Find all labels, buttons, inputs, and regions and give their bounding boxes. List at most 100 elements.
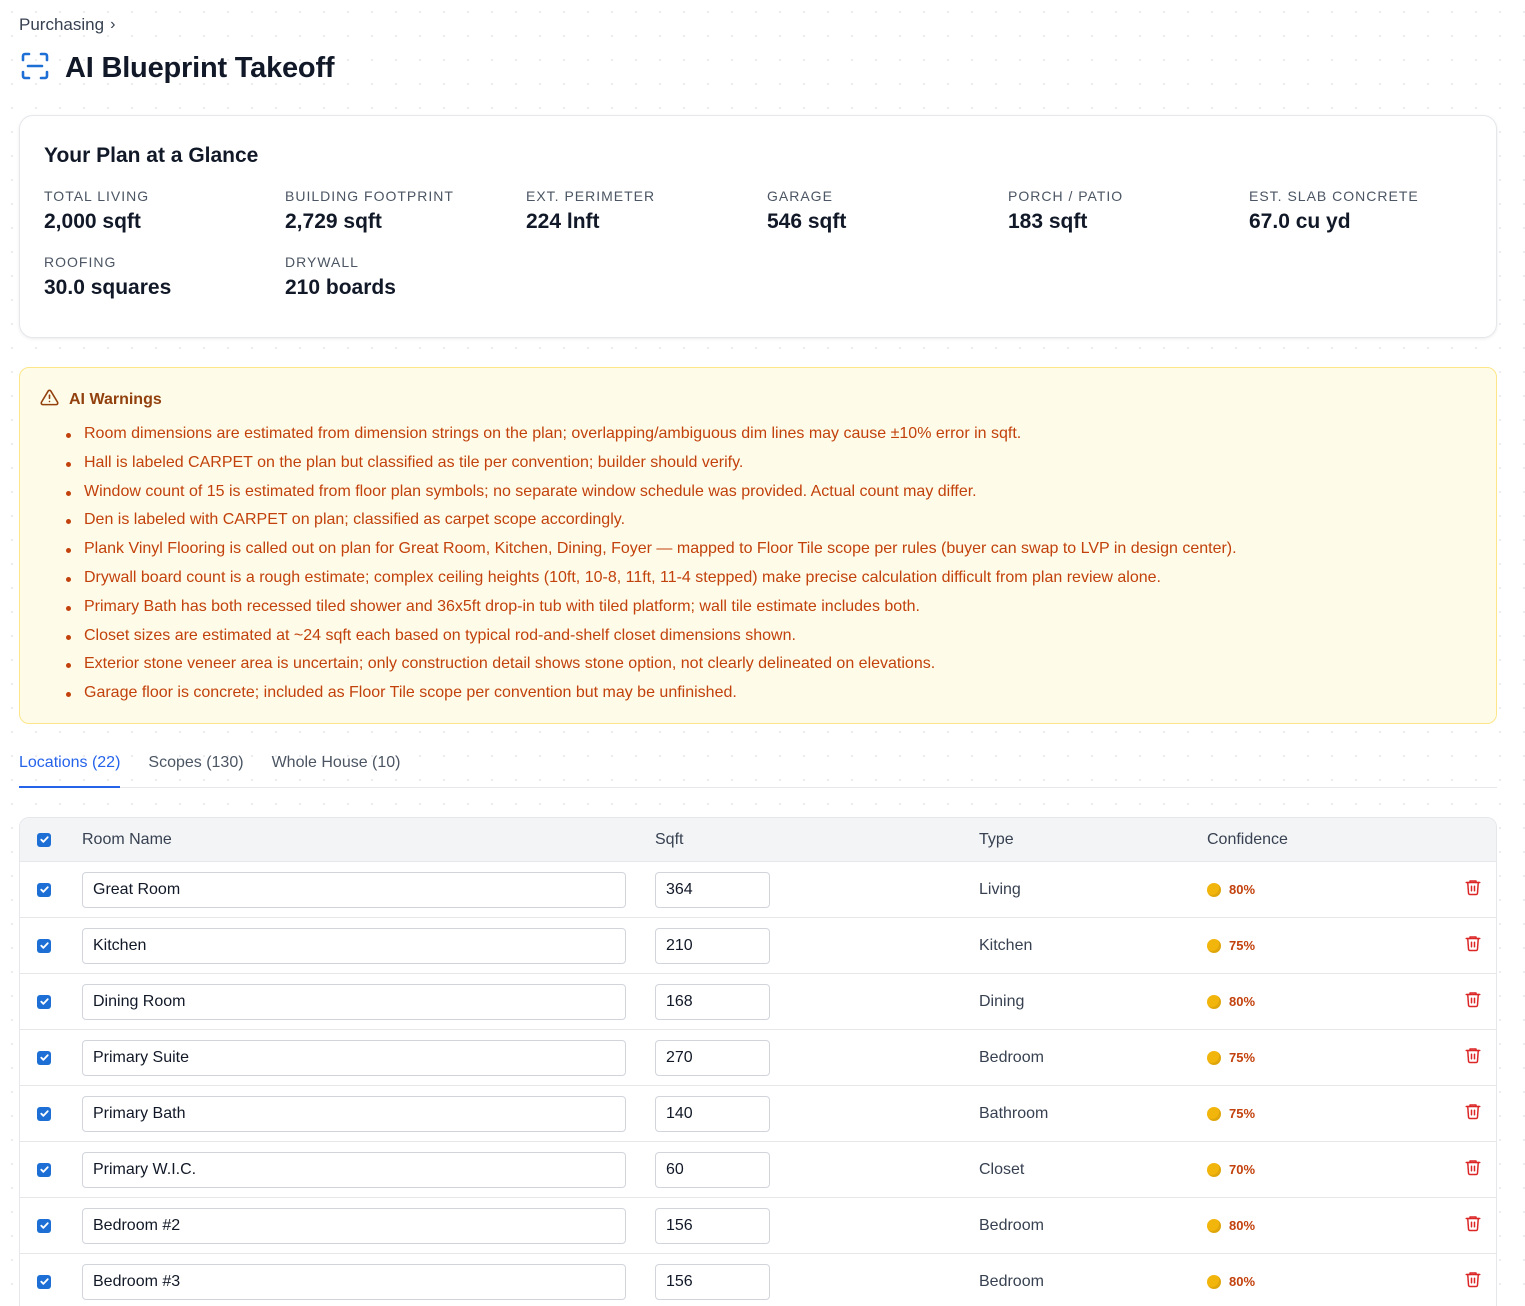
row-checkbox[interactable] xyxy=(37,1218,51,1233)
actions-cell xyxy=(1457,1101,1496,1126)
sqft-input[interactable] xyxy=(655,871,770,908)
trash-icon[interactable] xyxy=(1464,933,1482,958)
trash-icon[interactable] xyxy=(1464,1269,1482,1294)
table-row: Closet 70% xyxy=(20,1141,1496,1197)
room-name-cell xyxy=(82,1263,655,1300)
metric-value: 183 sqft xyxy=(1008,210,1088,233)
room-type: Bathroom xyxy=(979,1104,1049,1122)
metric-value: 224 lnft xyxy=(526,210,600,233)
confidence-value: 75% xyxy=(1229,1106,1256,1121)
room-name-input[interactable] xyxy=(82,1095,626,1132)
warning-item: Den is labeled with CARPET on plan; clas… xyxy=(48,506,1476,535)
room-type: Bedroom xyxy=(979,1216,1044,1234)
tab-locations[interactable]: Locations (22) xyxy=(19,748,121,788)
row-checkbox[interactable] xyxy=(37,1106,51,1121)
confidence-dot-icon xyxy=(1207,1218,1221,1233)
confidence-dot-icon xyxy=(1207,1106,1221,1121)
metric-roofing: ROOFING 30.0 squares xyxy=(44,254,285,300)
room-name-input[interactable] xyxy=(82,871,626,908)
actions-cell xyxy=(1457,933,1496,958)
confidence-cell: 80% xyxy=(1207,882,1457,897)
select-all-cell xyxy=(20,832,82,847)
table-row: Kitchen 75% xyxy=(20,917,1496,973)
actions-cell xyxy=(1457,1045,1496,1070)
room-name-input[interactable] xyxy=(82,927,626,964)
confidence-value: 80% xyxy=(1229,1274,1256,1289)
room-name-input[interactable] xyxy=(82,1207,626,1244)
trash-icon[interactable] xyxy=(1464,1101,1482,1126)
row-checkbox[interactable] xyxy=(37,1274,51,1289)
sqft-input[interactable] xyxy=(655,927,770,964)
tab-scopes[interactable]: Scopes (130) xyxy=(148,748,243,788)
confidence-dot-icon xyxy=(1207,938,1221,953)
col-room-name: Room Name xyxy=(82,830,172,848)
trash-icon[interactable] xyxy=(1464,989,1482,1014)
warning-item: Plank Vinyl Flooring is called out on pl… xyxy=(48,535,1476,564)
confidence-value: 80% xyxy=(1229,1218,1256,1233)
actions-cell xyxy=(1457,989,1496,1014)
row-checkbox[interactable] xyxy=(37,1050,51,1065)
sqft-input[interactable] xyxy=(655,1151,770,1188)
row-select-cell xyxy=(20,1218,82,1233)
room-name-input[interactable] xyxy=(82,1151,626,1188)
trash-icon[interactable] xyxy=(1464,1157,1482,1182)
room-name-input[interactable] xyxy=(82,1263,626,1300)
alert-triangle-icon xyxy=(40,388,59,412)
tab-bar: Locations (22) Scopes (130) Whole House … xyxy=(19,748,1497,788)
sqft-input[interactable] xyxy=(655,1207,770,1244)
sqft-cell xyxy=(655,927,979,964)
metrics-grid: TOTAL LIVING 2,000 sqft BUILDING FOOTPRI… xyxy=(44,188,1472,300)
room-name-cell xyxy=(82,871,655,908)
metric-value: 210 boards xyxy=(285,276,396,299)
sqft-input[interactable] xyxy=(655,1039,770,1076)
trash-icon[interactable] xyxy=(1464,877,1482,902)
sqft-input[interactable] xyxy=(655,983,770,1020)
page-header: AI Blueprint Takeoff xyxy=(19,50,335,87)
row-select-cell xyxy=(20,1162,82,1177)
warnings-header: AI Warnings xyxy=(40,388,1476,412)
col-confidence: Confidence xyxy=(1207,830,1288,848)
confidence-cell: 75% xyxy=(1207,1106,1457,1121)
confidence-dot-icon xyxy=(1207,994,1221,1009)
breadcrumb-link-purchasing[interactable]: Purchasing xyxy=(19,15,104,35)
trash-icon[interactable] xyxy=(1464,1045,1482,1070)
room-type: Bedroom xyxy=(979,1272,1044,1290)
warning-item: Primary Bath has both recessed tiled sho… xyxy=(48,593,1476,622)
sqft-cell xyxy=(655,1263,979,1300)
glance-heading: Your Plan at a Glance xyxy=(44,144,259,167)
actions-cell xyxy=(1457,1157,1496,1182)
metric-drywall: DRYWALL 210 boards xyxy=(285,254,526,300)
row-checkbox[interactable] xyxy=(37,1162,51,1177)
page-title: AI Blueprint Takeoff xyxy=(65,52,335,84)
warning-item: Garage floor is concrete; included as Fl… xyxy=(48,679,1476,708)
table-row: Living 80% xyxy=(20,861,1496,917)
warning-item: Closet sizes are estimated at ~24 sqft e… xyxy=(48,622,1476,651)
metric-label: EXT. PERIMETER xyxy=(526,188,656,204)
sqft-input[interactable] xyxy=(655,1263,770,1300)
confidence-value: 80% xyxy=(1229,994,1256,1009)
row-checkbox[interactable] xyxy=(37,994,51,1009)
metric-label: DRYWALL xyxy=(285,254,359,270)
breadcrumb: Purchasing › xyxy=(19,15,115,35)
locations-table: Room Name Sqft Type Confidence Living 80… xyxy=(19,817,1497,1306)
row-select-cell xyxy=(20,938,82,953)
confidence-cell: 80% xyxy=(1207,1274,1457,1289)
breadcrumb-separator: › xyxy=(110,16,116,33)
room-type: Living xyxy=(979,880,1021,898)
confidence-value: 70% xyxy=(1229,1162,1256,1177)
tab-whole-house[interactable]: Whole House (10) xyxy=(272,748,401,788)
plan-glance-card: Your Plan at a Glance TOTAL LIVING 2,000… xyxy=(19,115,1497,338)
room-name-input[interactable] xyxy=(82,983,626,1020)
table-row: Bedroom 75% xyxy=(20,1029,1496,1085)
trash-icon[interactable] xyxy=(1464,1213,1482,1238)
room-name-input[interactable] xyxy=(82,1039,626,1076)
sqft-input[interactable] xyxy=(655,1095,770,1132)
row-checkbox[interactable] xyxy=(37,938,51,953)
room-name-cell xyxy=(82,927,655,964)
row-checkbox[interactable] xyxy=(37,882,51,897)
scan-icon xyxy=(19,50,51,87)
ai-warnings-panel: AI Warnings Room dimensions are estimate… xyxy=(19,367,1497,724)
room-type: Bedroom xyxy=(979,1048,1044,1066)
metric-total-living: TOTAL LIVING 2,000 sqft xyxy=(44,188,285,234)
select-all-checkbox[interactable] xyxy=(37,832,51,847)
